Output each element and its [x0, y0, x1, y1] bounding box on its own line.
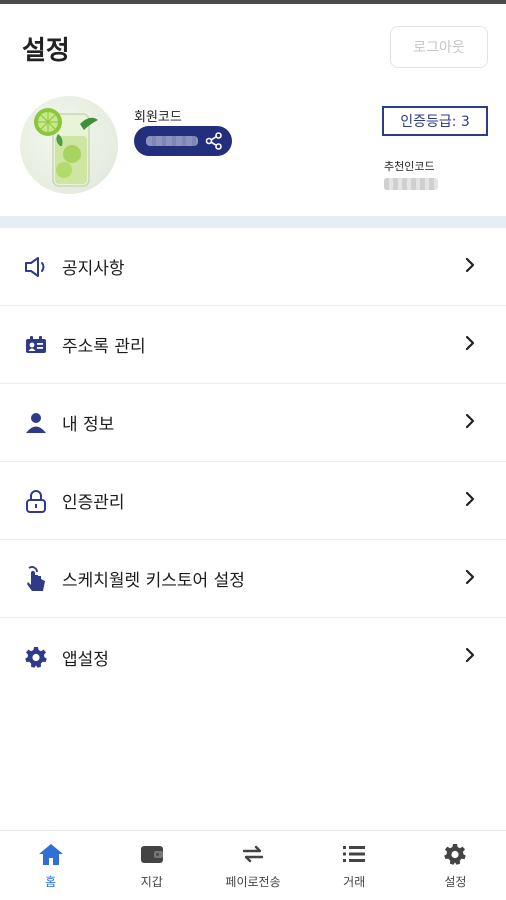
- wallet-icon: [138, 841, 166, 867]
- menu-item-label: 주소록 관리: [62, 337, 146, 357]
- menu-item-label: 인증관리: [62, 493, 125, 513]
- menu-item-certification[interactable]: 인증관리: [0, 462, 506, 540]
- menu-item-address-book[interactable]: 주소록 관리: [0, 306, 506, 384]
- settings-icon: [441, 841, 469, 867]
- lock-icon: [22, 487, 50, 515]
- avatar-image: [34, 108, 98, 187]
- section-divider: [0, 216, 506, 228]
- member-code-pill[interactable]: [134, 126, 232, 156]
- menu-item-label: 공지사항: [62, 259, 125, 279]
- home-icon: [37, 841, 65, 867]
- nav-label: 홈: [45, 875, 57, 889]
- chevron-right-icon: [464, 334, 476, 356]
- share-icon[interactable]: [205, 132, 223, 154]
- nav-settings[interactable]: 설정: [405, 831, 506, 900]
- nav-label: 거래: [343, 875, 366, 889]
- nav-trade[interactable]: 거래: [304, 831, 405, 900]
- list-icon: [340, 841, 368, 867]
- address-book-icon: [22, 331, 50, 359]
- referral-code-value-blurred: [384, 178, 438, 190]
- menu-item-keystore-settings[interactable]: 스케치월렛 키스토어 설정: [0, 540, 506, 618]
- member-code-value-blurred: [146, 136, 198, 146]
- page-header: 설정 로그아웃: [0, 4, 506, 84]
- bottom-navigation: 홈 지갑 페이로전송 거래 설정: [0, 830, 506, 900]
- menu-item-label: 내 정보: [62, 415, 115, 435]
- person-icon: [22, 409, 50, 437]
- menu-item-notice[interactable]: 공지사항: [0, 228, 506, 306]
- touch-icon: [22, 565, 50, 593]
- profile-section: 회원코드 인증등급: 3 추천인코드: [0, 92, 506, 212]
- chevron-right-icon: [464, 490, 476, 512]
- chevron-right-icon: [464, 256, 476, 278]
- menu-item-label: 스케치월렛 키스토어 설정: [62, 571, 245, 591]
- logout-button[interactable]: 로그아웃: [390, 26, 488, 68]
- chevron-right-icon: [464, 568, 476, 590]
- nav-label: 지갑: [140, 875, 163, 889]
- chevron-right-icon: [464, 646, 476, 668]
- nav-label: 페이로전송: [225, 875, 281, 889]
- nav-label: 설정: [444, 875, 467, 889]
- gear-icon: [22, 643, 50, 671]
- menu-item-app-settings[interactable]: 앱설정: [0, 618, 506, 696]
- nav-home[interactable]: 홈: [0, 831, 101, 900]
- page-title: 설정: [22, 36, 70, 66]
- chevron-right-icon: [464, 412, 476, 434]
- speaker-icon: [22, 253, 50, 281]
- transfer-icon: [239, 841, 267, 867]
- menu-item-my-info[interactable]: 내 정보: [0, 384, 506, 462]
- nav-wallet[interactable]: 지갑: [101, 831, 202, 900]
- settings-menu: 공지사항 주소록 관리 내 정보 인증관리 스케치월렛 키스토어 설정 앱설정: [0, 228, 506, 696]
- menu-item-label: 앱설정: [62, 649, 109, 670]
- avatar: [20, 96, 118, 194]
- member-code-label: 회원코드: [134, 110, 182, 125]
- nav-transfer[interactable]: 페이로전송: [202, 831, 303, 900]
- referral-code-label: 추천인코드: [384, 160, 435, 173]
- certification-grade-badge: 인증등급: 3: [382, 106, 488, 136]
